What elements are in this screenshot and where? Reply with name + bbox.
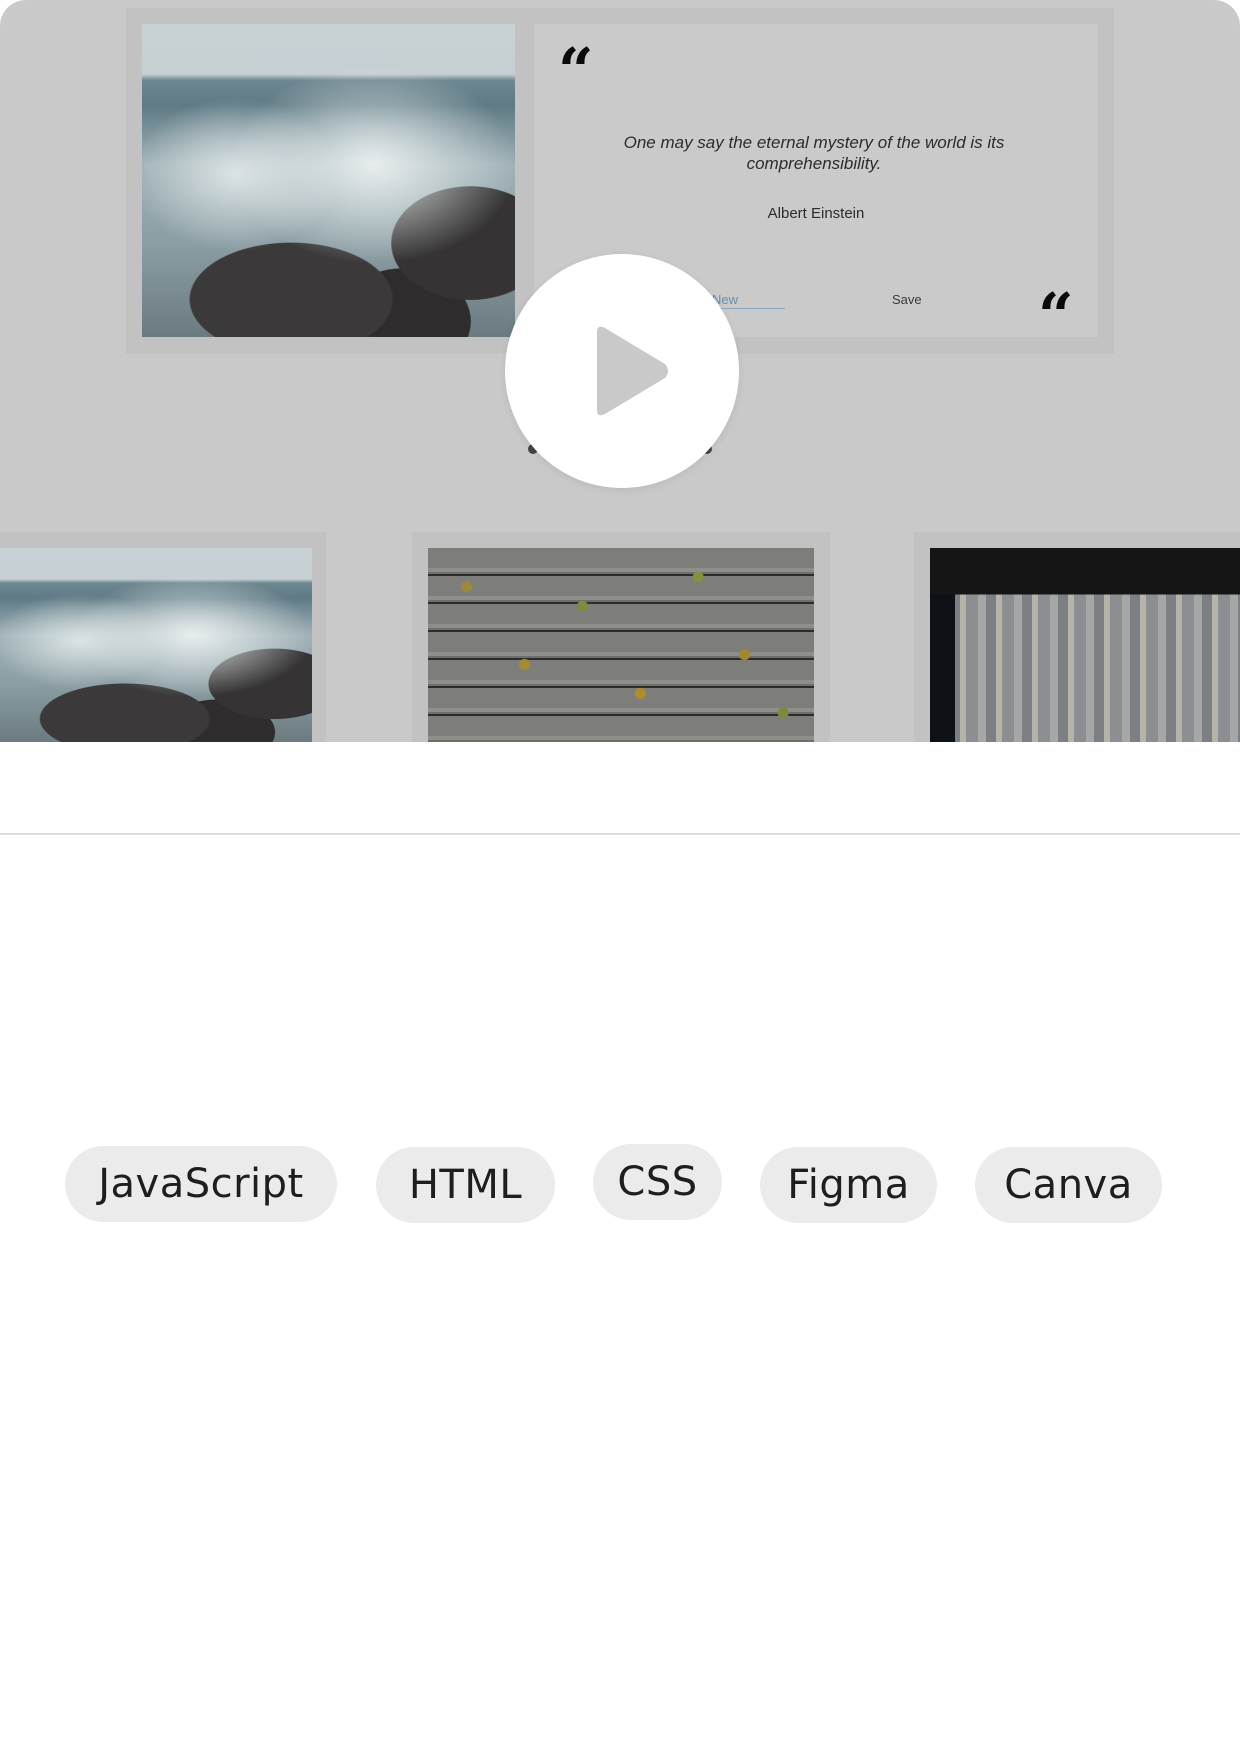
sea-waves-photo — [142, 24, 515, 337]
technology-tags: JavaScript HTML CSS Figma Canva — [0, 1140, 1240, 1230]
tag-figma: Figma — [760, 1147, 937, 1223]
wooden-deck-leaves-photo — [428, 548, 814, 742]
quote-text: One may say the eternal mystery of the w… — [623, 133, 1005, 173]
section-divider — [0, 833, 1240, 835]
tag-canva: Canva — [975, 1147, 1162, 1223]
quote-author: Albert Einstein — [767, 205, 865, 222]
play-icon — [597, 326, 668, 416]
tag-css: CSS — [593, 1144, 722, 1220]
play-button[interactable] — [505, 254, 739, 488]
thumbnail-frame-3 — [914, 532, 1240, 742]
tag-html: HTML — [376, 1147, 555, 1223]
tag-javascript: JavaScript — [65, 1146, 337, 1222]
save-quote-button[interactable]: Save — [892, 292, 922, 307]
thumbnail-frame-1 — [0, 532, 326, 742]
close-quote-icon: “ — [1038, 285, 1070, 319]
city-underpass-photo — [930, 548, 1240, 742]
sea-waves-thumbnail — [0, 548, 312, 742]
project-video-preview[interactable]: “ One may say the eternal mystery of the… — [0, 0, 1240, 742]
open-quote-icon: “ — [558, 40, 590, 74]
thumbnail-frame-2 — [412, 532, 830, 742]
